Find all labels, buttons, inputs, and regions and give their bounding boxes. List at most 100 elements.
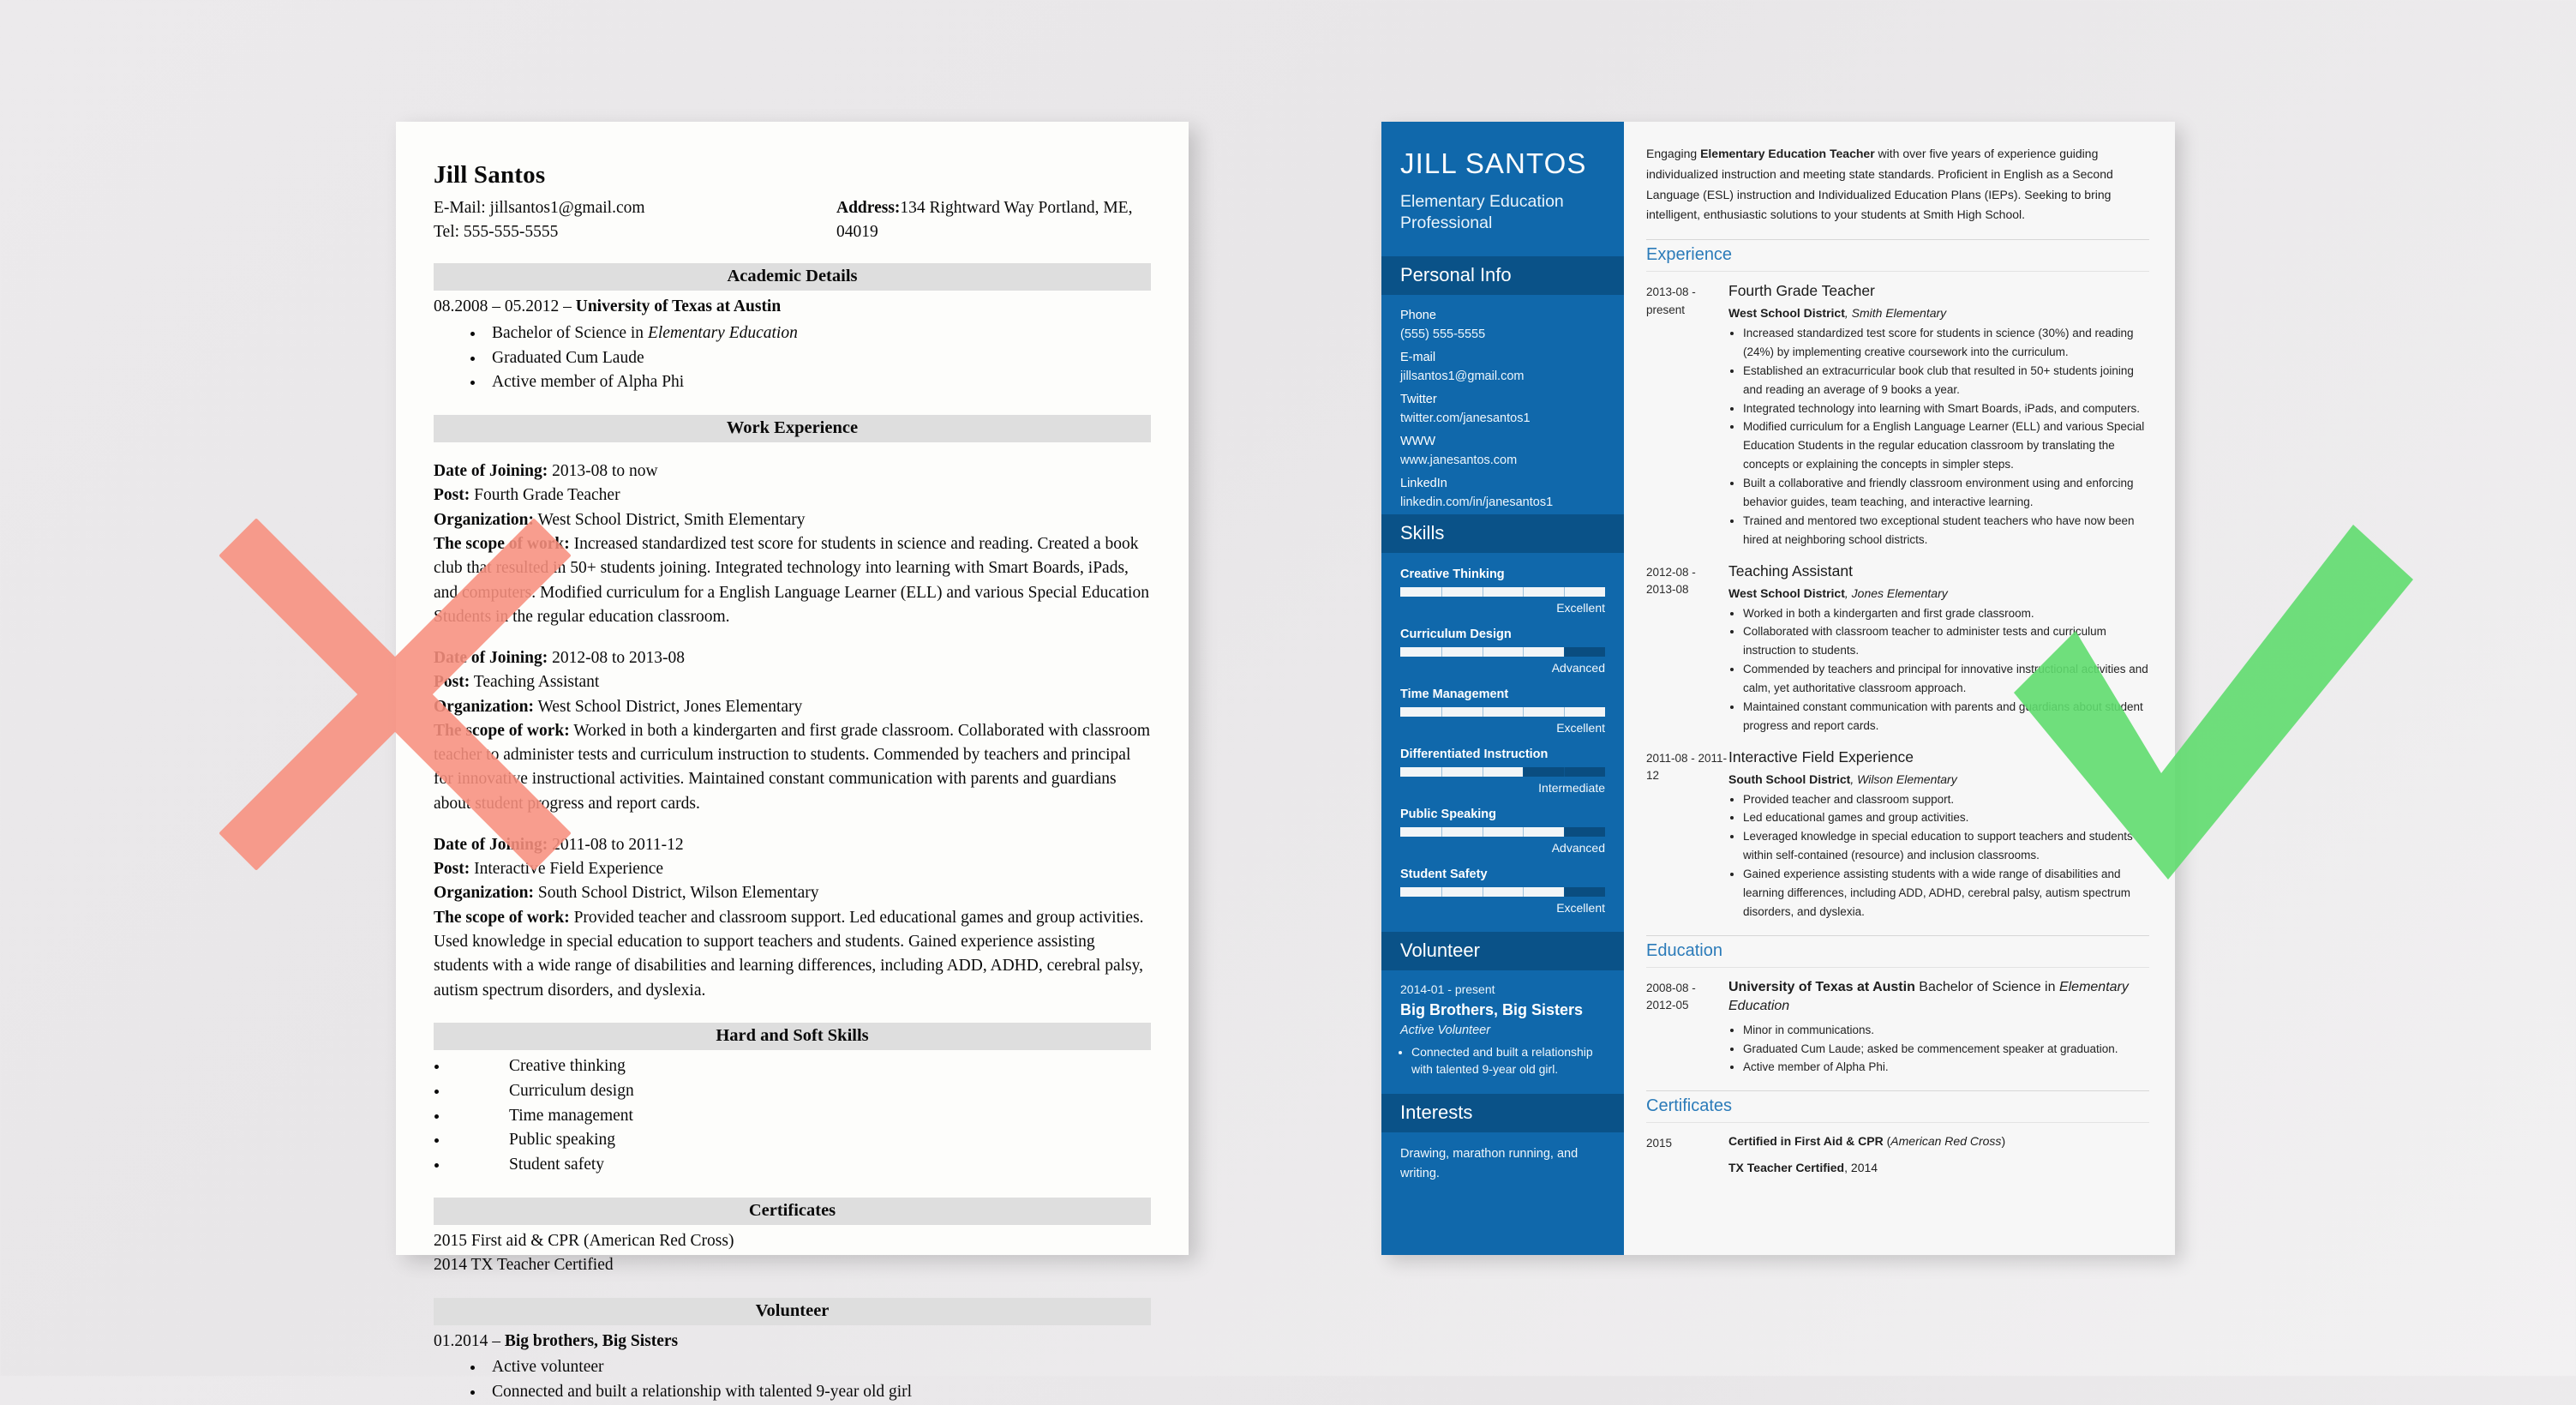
skill-bar-segment bbox=[1441, 586, 1442, 597]
job-post-value: Teaching Assistant bbox=[470, 673, 600, 692]
job-post-label: Post: bbox=[434, 673, 470, 692]
skill-bar-segment bbox=[1564, 706, 1566, 717]
bad-resume-academic-bullets: Bachelor of Science in Elementary Educat… bbox=[434, 321, 1151, 396]
skill-bar-segment bbox=[1523, 886, 1525, 897]
volunteer-organization: Big Brothers, Big Sisters bbox=[1400, 1000, 1584, 1018]
volunteer-date: 2014-01 - present bbox=[1400, 982, 1495, 996]
list-item: Active member of Alpha Phi. bbox=[1743, 1058, 2149, 1077]
list-item: Student safety bbox=[449, 1153, 1151, 1178]
skill-name: Public Speaking bbox=[1400, 807, 1496, 821]
job-post-value: Fourth Grade Teacher bbox=[470, 486, 620, 505]
entry-date: 2008-08 - 2012-05 bbox=[1646, 981, 1696, 1012]
bad-resume-phone: Tel: 555-555-5555 bbox=[434, 222, 559, 241]
sidebar-section-interests: Interests bbox=[1381, 1093, 1624, 1132]
skill-bar-segment bbox=[1564, 886, 1566, 897]
section-header-certificates: Certificates bbox=[434, 1198, 1151, 1226]
section-header-hard-soft-skills: Hard and Soft Skills bbox=[434, 1022, 1151, 1050]
job-scope-label: The scope of work: bbox=[434, 908, 570, 927]
bad-resume-job-2: Date of Joining: 2011-08 to 2011-12 Post… bbox=[434, 833, 1151, 1003]
entry-bullets: Provided teacher and classroom support. … bbox=[1728, 790, 2149, 922]
skill-name: Curriculum Design bbox=[1400, 627, 1512, 641]
contact-value-www[interactable]: www.janesantos.com bbox=[1400, 453, 1605, 467]
resume-name: JILL SANTOS bbox=[1400, 147, 1587, 179]
list-item: Active member of Alpha Phi bbox=[485, 370, 1151, 395]
skill-bar-segment bbox=[1523, 706, 1525, 717]
entry-role: Fourth Grade Teacher bbox=[1728, 282, 1875, 300]
list-item: Public speaking bbox=[449, 1128, 1151, 1153]
bad-resume-job-0: Date of Joining: 2013-08 to now Post: Fo… bbox=[434, 459, 1151, 629]
skill-name: Student Safety bbox=[1400, 867, 1488, 881]
list-item: Commended by teachers and principal for … bbox=[1743, 660, 2149, 698]
resume-sidebar: JILL SANTOS Elementary Education Profess… bbox=[1381, 122, 1624, 1255]
skill-level-label: Excellent bbox=[1556, 900, 1605, 915]
skill-level-label: Excellent bbox=[1556, 720, 1605, 735]
volunteer-bullets: Connected and built a relationship with … bbox=[1400, 1043, 1605, 1078]
education-title: University of Texas at Austin Bachelor o… bbox=[1728, 979, 2129, 1013]
contact-value-twitter[interactable]: twitter.com/janesantos1 bbox=[1400, 411, 1605, 425]
list-item: Established an extracurricular book club… bbox=[1743, 362, 2149, 399]
skill-level-label: Advanced bbox=[1551, 660, 1605, 675]
list-item: Creative thinking bbox=[449, 1054, 1151, 1079]
contact-value-linkedin[interactable]: linkedin.com/in/janesantos1 bbox=[1400, 495, 1605, 509]
bad-resume-academic-dates: 08.2008 – 05.2012 – bbox=[434, 297, 576, 316]
skill-bar-fill bbox=[1400, 586, 1605, 597]
list-item: Graduated Cum Laude; asked be commenceme… bbox=[1743, 1040, 2149, 1059]
skill-bar-track bbox=[1400, 826, 1605, 837]
list-item: Increased standardized test score for st… bbox=[1743, 324, 2149, 362]
list-item: Maintained constant communication with p… bbox=[1743, 698, 2149, 736]
entry-bullets: Worked in both a kindergarten and first … bbox=[1728, 604, 2149, 736]
job-date-label: Date of Joining: bbox=[434, 649, 548, 668]
main-section-education: Education bbox=[1646, 934, 2149, 968]
job-org-value: West School District, Jones Elementary bbox=[534, 697, 803, 716]
section-header-academic-details: Academic Details bbox=[434, 263, 1151, 291]
bad-resume-volunteer-bullets: Active volunteer Connected and built a r… bbox=[434, 1355, 1151, 1405]
entry-date: 2013-08 - present bbox=[1646, 285, 1696, 316]
list-item: Provided teacher and classroom support. bbox=[1743, 790, 2149, 809]
list-item: Curriculum design bbox=[449, 1079, 1151, 1104]
skill-row: Public Speaking Advanced bbox=[1400, 808, 1605, 855]
traditional-resume-document: Jill Santos E-Mail: jillsantos1@gmail.co… bbox=[396, 122, 1189, 1401]
list-item: Built a collaborative and friendly class… bbox=[1743, 474, 2149, 512]
certificates-entry: 2015 Certified in First Aid & CPR (Ameri… bbox=[1646, 1133, 2149, 1186]
entry-date: 2012-08 - 2013-08 bbox=[1646, 565, 1696, 597]
contact-label-www: WWW bbox=[1400, 434, 1436, 448]
education-entry: 2008-08 - 2012-05 University of Texas at… bbox=[1646, 978, 2149, 1078]
skill-bar-track bbox=[1400, 706, 1605, 717]
entry-date: 2011-08 - 2011-12 bbox=[1646, 751, 1728, 783]
list-item: Gained experience assisting students wit… bbox=[1743, 865, 2149, 922]
list-item: Connected and built a relationship with … bbox=[485, 1380, 1151, 1405]
sidebar-section-volunteer: Volunteer bbox=[1381, 931, 1624, 970]
skill-bar-segment bbox=[1441, 886, 1442, 897]
skill-row: Creative Thinking Excellent bbox=[1400, 567, 1605, 615]
job-org-value: West School District, Smith Elementary bbox=[534, 510, 806, 529]
job-scope-label: The scope of work: bbox=[434, 535, 570, 554]
list-item: Connected and built a relationship with … bbox=[1411, 1043, 1605, 1078]
bad-resume-contact-left: E-Mail: jillsantos1@gmail.com Tel: 555-5… bbox=[434, 196, 836, 243]
list-item: Trained and mentored two exceptional stu… bbox=[1743, 512, 2149, 549]
list-item: Minor in communications. bbox=[1743, 1021, 2149, 1040]
job-date-value: 2012-08 to 2013-08 bbox=[548, 649, 686, 668]
skill-bar-segment bbox=[1441, 706, 1442, 717]
list-item: Active volunteer bbox=[485, 1355, 1151, 1380]
entry-organization: West School District, Jones Elementary bbox=[1728, 585, 1948, 600]
education-bullets: Minor in communications. Graduated Cum L… bbox=[1728, 1021, 2149, 1078]
job-post-label: Post: bbox=[434, 860, 470, 879]
job-post-label: Post: bbox=[434, 486, 470, 505]
list-item: Led educational games and group activiti… bbox=[1743, 808, 2149, 827]
contact-label-email: E-mail bbox=[1400, 350, 1436, 364]
job-org-value: South School District, Wilson Elementary bbox=[534, 884, 819, 903]
skill-bar-segment bbox=[1441, 826, 1442, 837]
skill-name: Time Management bbox=[1400, 687, 1509, 701]
skill-bar-segment bbox=[1523, 826, 1525, 837]
skill-row: Time Management Excellent bbox=[1400, 687, 1605, 735]
list-item: Time management bbox=[449, 1104, 1151, 1129]
volunteer-body: 2014-01 - present Big Brothers, Big Sist… bbox=[1381, 970, 1624, 1084]
entry-organization: South School District, Wilson Elementary bbox=[1728, 772, 1957, 786]
skill-bar-fill bbox=[1400, 706, 1605, 717]
bad-resume-name: Jill Santos bbox=[434, 161, 546, 189]
skills-body: Creative Thinking Excellent Curriculum D… bbox=[1381, 553, 1624, 920]
skill-bar-segment bbox=[1523, 766, 1525, 777]
modern-resume-document: JILL SANTOS Elementary Education Profess… bbox=[1381, 122, 2175, 1255]
entry-role: Teaching Assistant bbox=[1728, 561, 1853, 579]
job-date-value: 2011-08 to 2011-12 bbox=[548, 835, 684, 854]
